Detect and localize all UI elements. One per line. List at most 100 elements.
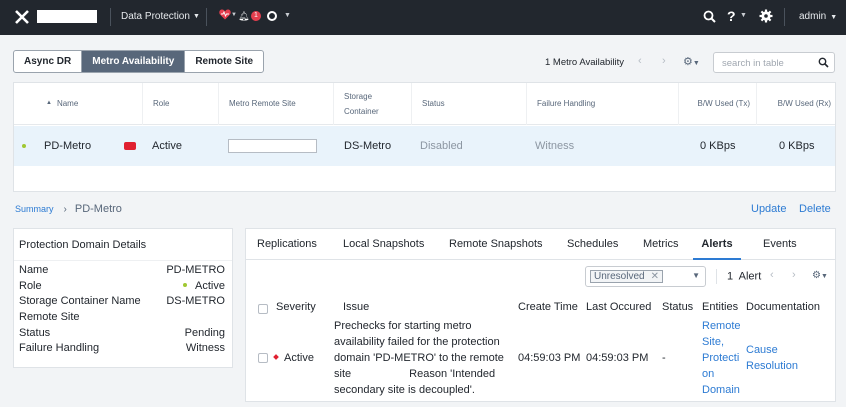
tasks-ring-icon[interactable] <box>267 11 277 21</box>
tab-bar: Replications Local Snapshots Remote Snap… <box>246 229 835 260</box>
tab-events[interactable]: Events <box>763 229 797 260</box>
chevron-right-icon[interactable]: › <box>662 55 666 67</box>
tab-local-snapshots[interactable]: Local Snapshots <box>343 229 424 260</box>
panel-title: Protection Domain Details <box>19 239 147 251</box>
col-status[interactable]: Status <box>662 301 693 313</box>
row-name[interactable]: PD-Metro <box>44 126 91 166</box>
column-header-name[interactable]: ▲ Name <box>36 83 143 125</box>
update-link[interactable]: Update <box>751 203 786 215</box>
segment-async-dr[interactable]: Async DR <box>14 51 83 72</box>
severity-critical-icon <box>273 354 279 360</box>
chevron-down-icon: ▼ <box>830 14 838 21</box>
nav-divider <box>784 8 785 26</box>
alert-entities-link[interactable]: Remote Site, Protecti on Domain <box>702 318 741 398</box>
row-bw-rx: 0 KBps <box>779 140 815 152</box>
tab-replications[interactable]: Replications <box>257 229 317 260</box>
column-header-storage-container[interactable]: Storage Container <box>334 83 412 125</box>
alert-status: - <box>662 352 666 364</box>
column-header-failure-handling[interactable]: Failure Handling <box>527 83 679 125</box>
breadcrumb: Summary › PD-Metro <box>15 203 122 215</box>
health-heart-icon[interactable] <box>219 9 231 20</box>
table-row[interactable]: PD-Metro Active DS-Metro Disabled Witnes… <box>14 126 835 166</box>
protection-domain-details-panel: Protection Domain Details Name PD-METRO R… <box>13 228 233 368</box>
chevron-right-icon: › <box>63 204 67 215</box>
table-search-input[interactable]: search in table <box>713 52 835 73</box>
cluster-name-box <box>37 10 97 23</box>
result-count: 1 Metro Availability <box>545 57 625 68</box>
breadcrumb-current: PD-Metro <box>74 203 122 215</box>
row-status: Disabled <box>420 140 463 152</box>
row-role: Active <box>152 140 182 152</box>
chevron-left-icon[interactable]: ‹ <box>770 269 774 281</box>
alert-issue: Prechecks for starting metro availabilit… <box>334 320 504 396</box>
alert-filter-select[interactable]: Unresolved ✕ ▼ <box>585 266 706 287</box>
search-placeholder: search in table <box>722 58 784 69</box>
help-icon[interactable]: ? <box>727 8 736 24</box>
role-indicator <box>124 126 136 166</box>
segment-metro-availability[interactable]: Metro Availability <box>82 51 186 72</box>
col-last-occured[interactable]: Last Occured <box>586 301 651 313</box>
filter-chip[interactable]: Unresolved ✕ <box>590 270 663 283</box>
detail-row-failure-handling: Failure Handling Witness <box>19 342 225 354</box>
chevron-down-icon: ▼ <box>231 12 237 18</box>
detail-row-role: Role Active <box>19 280 225 292</box>
chevron-down-icon: ▼ <box>284 12 291 19</box>
nav-divider <box>110 8 111 26</box>
detail-row-name: Name PD-METRO <box>19 264 225 276</box>
top-nav-bar: Data Protection ▼ ▼ 🔔︎ 1 ▼ ? ▼ admin ▼ <box>0 0 846 35</box>
row-storage-container: DS-Metro <box>344 140 392 152</box>
alert-settings-gear-icon[interactable]: ⚙▼ <box>812 270 828 281</box>
tab-alerts[interactable]: Alerts <box>693 229 741 260</box>
table-header: ▲ Name Role Metro Remote Site Storage Con… <box>14 83 835 125</box>
user-name: admin <box>799 11 827 22</box>
col-documentation[interactable]: Documentation <box>746 301 820 313</box>
row-checkbox[interactable] <box>258 353 268 363</box>
col-create-time[interactable]: Create Time <box>518 301 578 313</box>
logo-icon[interactable] <box>14 9 30 25</box>
search-icon <box>818 57 829 68</box>
main-menu-label: Data Protection <box>121 11 190 22</box>
select-all-checkbox[interactable] <box>258 304 268 314</box>
chevron-down-icon: ▼ <box>692 271 700 280</box>
search-icon[interactable] <box>703 10 716 23</box>
column-header-bw-tx[interactable]: B/W Used (Tx) <box>679 83 757 125</box>
main-menu-dropdown[interactable]: Data Protection ▼ <box>121 11 200 22</box>
alert-count: 1 Alert <box>716 269 761 284</box>
divider <box>14 260 232 261</box>
dr-type-segmented-control: Async DR Metro Availability Remote Site <box>13 50 265 73</box>
alerts-bell-icon[interactable]: 🔔︎ <box>238 11 249 22</box>
table-settings-gear-icon[interactable]: ⚙▼ <box>683 55 700 68</box>
alert-count-badge[interactable]: 1 <box>251 11 261 21</box>
sort-asc-icon: ▲ <box>46 100 52 107</box>
tab-remote-snapshots[interactable]: Remote Snapshots <box>449 229 543 260</box>
close-icon[interactable]: ✕ <box>651 271 659 282</box>
column-header-role[interactable]: Role <box>143 83 219 125</box>
alert-severity: Active <box>273 350 314 366</box>
gear-icon[interactable] <box>759 9 773 23</box>
chevron-left-icon[interactable]: ‹ <box>638 55 642 67</box>
tab-metrics[interactable]: Metrics <box>643 229 678 260</box>
chevron-down-icon: ▼ <box>192 13 200 20</box>
alert-last-occured: 04:59:03 PM <box>586 352 649 364</box>
status-dot <box>183 283 188 287</box>
chevron-down-icon: ▼ <box>740 12 747 19</box>
alert-create-time: 04:59:03 PM <box>518 352 581 364</box>
row-failure-handling: Witness <box>535 140 575 152</box>
tab-schedules[interactable]: Schedules <box>567 229 618 260</box>
delete-link[interactable]: Delete <box>799 203 831 215</box>
user-menu[interactable]: admin ▼ <box>799 11 837 22</box>
breadcrumb-summary-link[interactable]: Summary <box>15 204 54 214</box>
alert-documentation-link[interactable]: Cause Resolution <box>746 342 798 374</box>
col-entities[interactable]: Entities <box>702 301 738 313</box>
col-severity[interactable]: Severity <box>276 301 316 313</box>
col-issue[interactable]: Issue <box>343 301 369 313</box>
column-header-bw-rx[interactable]: B/W Used (Rx) <box>757 83 837 125</box>
column-header-status[interactable]: Status <box>412 83 527 125</box>
detail-row-status: Status Pending <box>19 327 225 339</box>
segment-remote-site[interactable]: Remote Site <box>185 51 263 72</box>
column-header-remote-site[interactable]: Metro Remote Site <box>219 83 334 125</box>
detail-row-storage-container: Storage Container Name DS-METRO <box>19 295 225 307</box>
chevron-right-icon[interactable]: › <box>792 269 796 281</box>
protection-domain-table: ▲ Name Role Metro Remote Site Storage Con… <box>13 82 836 192</box>
nav-divider <box>206 8 207 26</box>
